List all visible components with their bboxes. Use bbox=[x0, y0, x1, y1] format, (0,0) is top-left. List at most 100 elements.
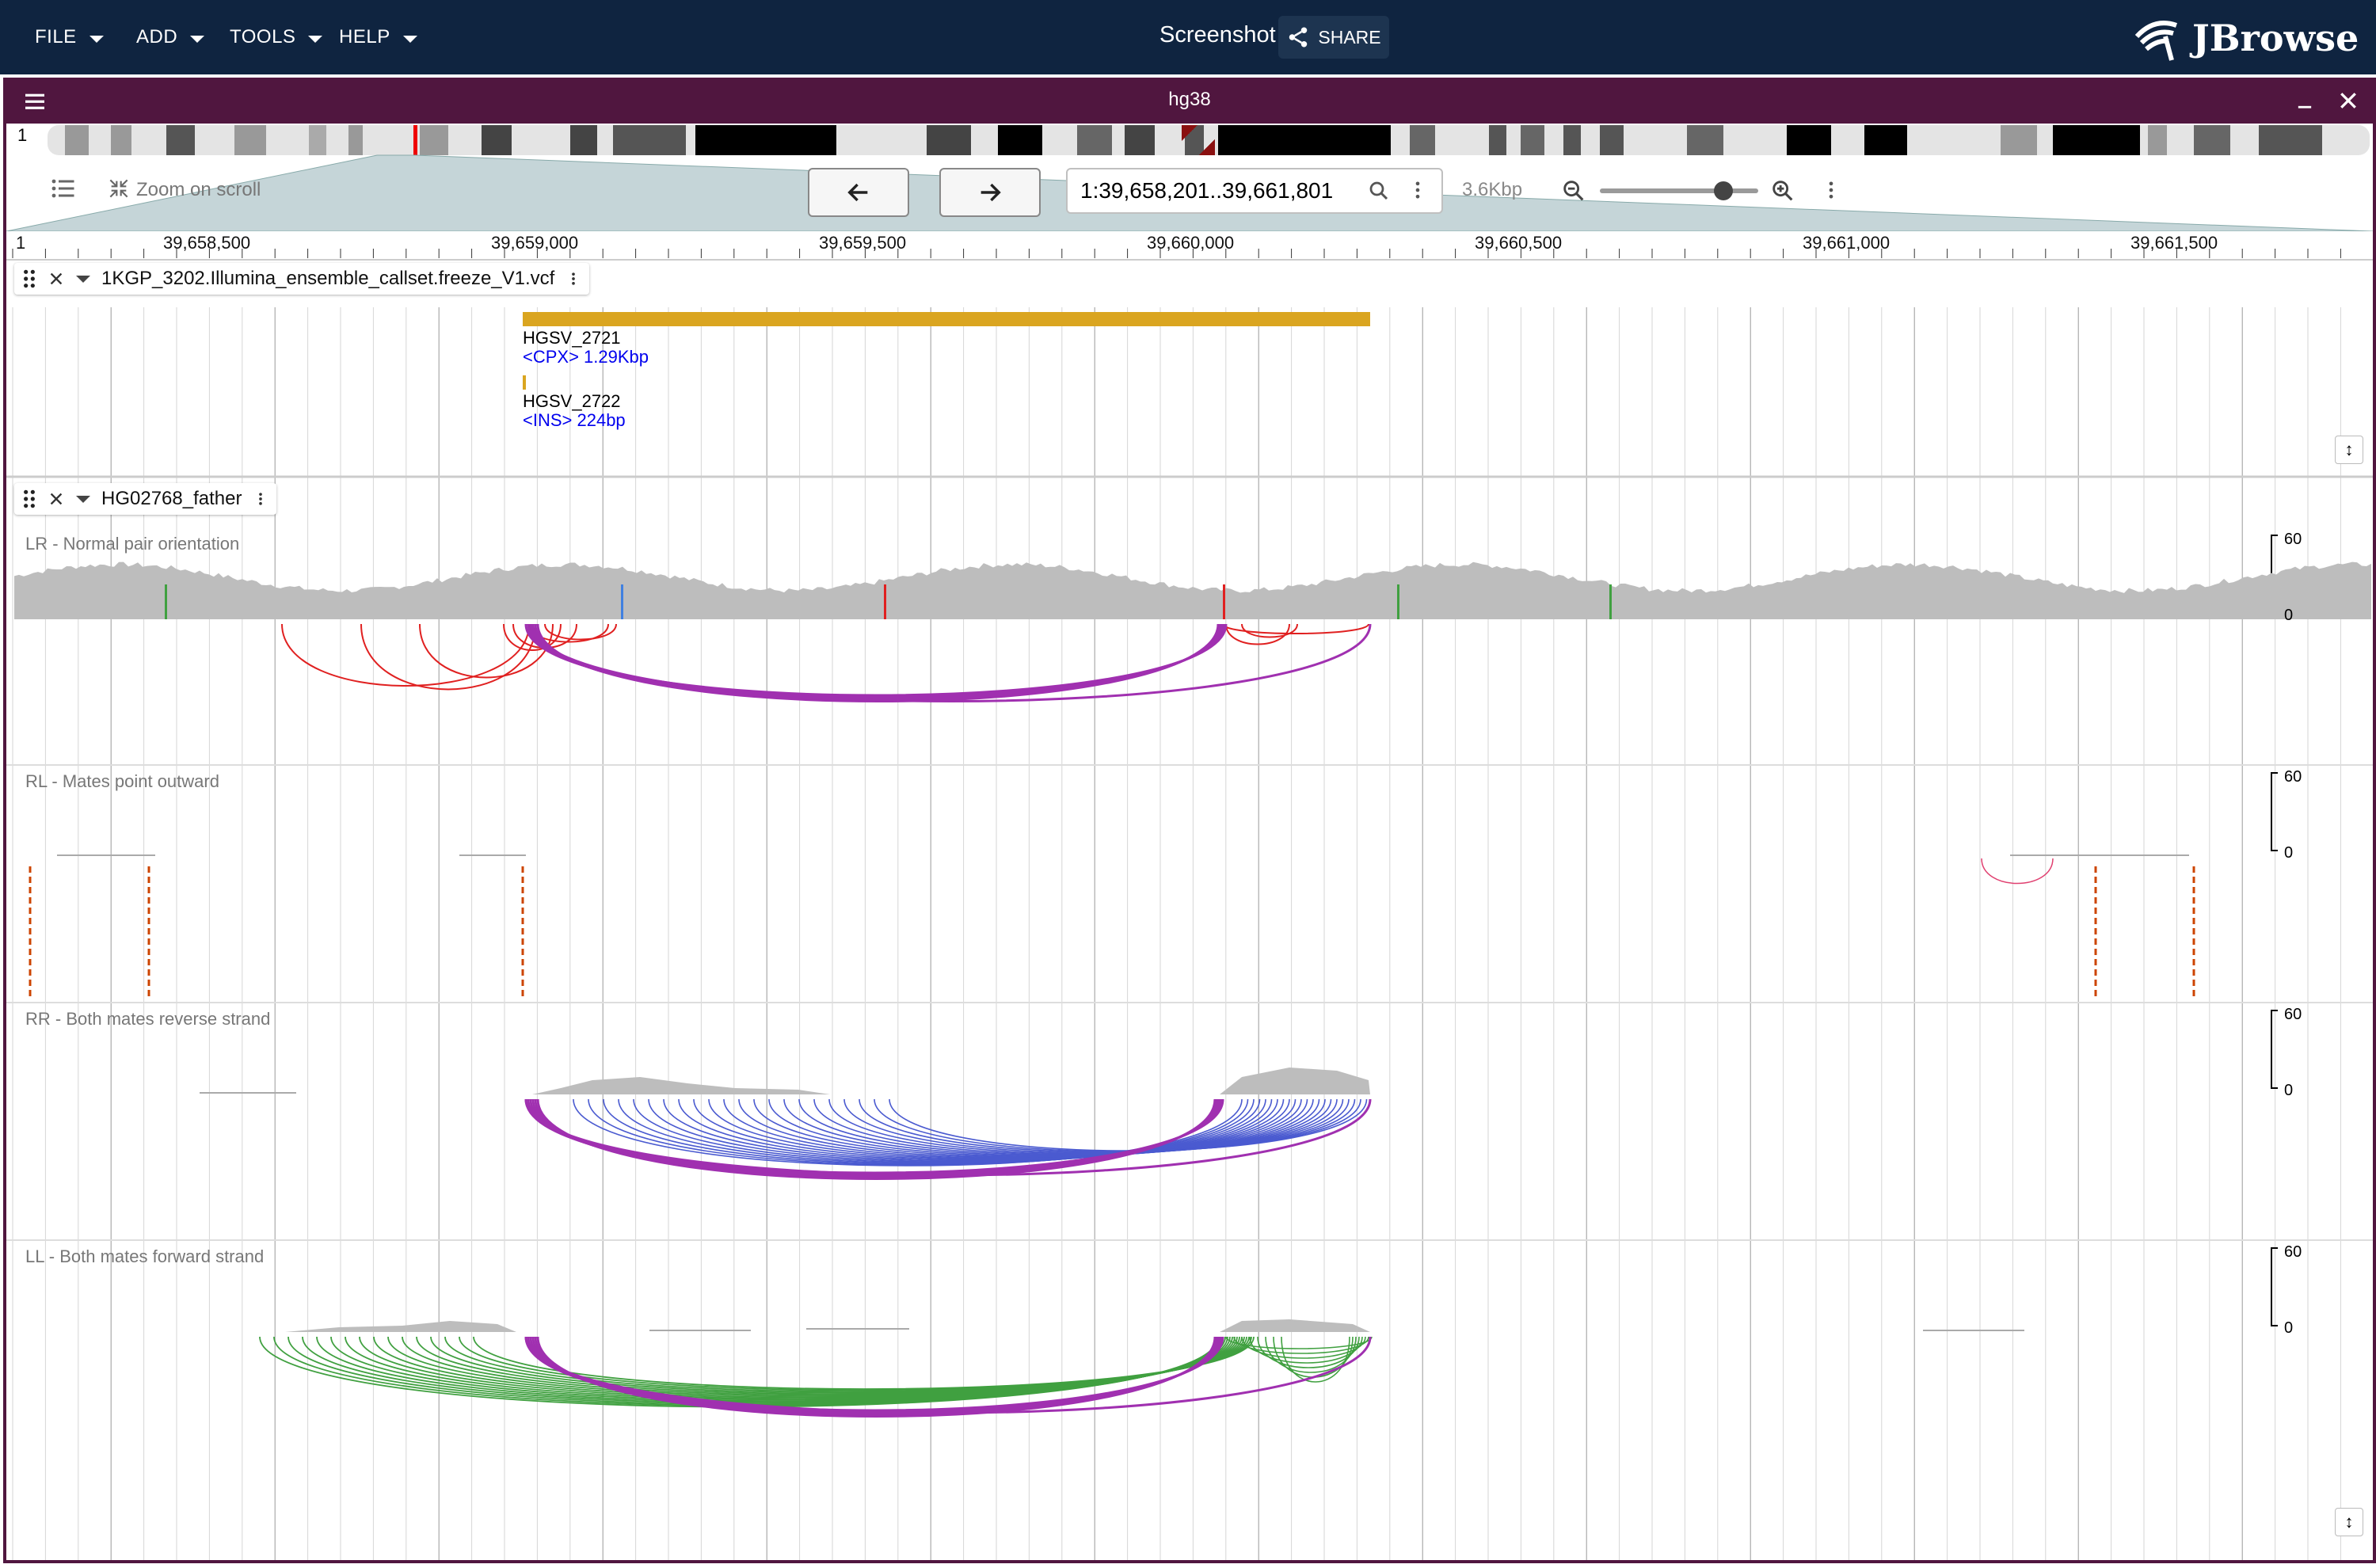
genome-canvas bbox=[6, 154, 2373, 1560]
coverage-area bbox=[1220, 1319, 1370, 1332]
pair-arc bbox=[708, 1098, 1297, 1160]
app-bar: FILE ADD TOOLS HELP Screenshot SHARE JBr… bbox=[0, 0, 2376, 74]
share-button[interactable]: SHARE bbox=[1278, 16, 1389, 59]
pair-arc bbox=[459, 1336, 1252, 1391]
coverage-area bbox=[1220, 1068, 1370, 1094]
ruler-tick: 39,661,500 bbox=[2130, 233, 2218, 253]
pair-arc bbox=[534, 623, 1221, 702]
axis-max: 60 bbox=[2284, 1243, 2302, 1261]
axis-bar bbox=[2271, 772, 2278, 851]
session-name: Screenshot bbox=[1159, 22, 1276, 48]
zoom-out-icon[interactable] bbox=[1560, 177, 1587, 204]
resize-icon: ↕ bbox=[2344, 440, 2354, 459]
ruler-tick: 39,659,500 bbox=[819, 233, 907, 253]
help-menu-label: HELP bbox=[339, 26, 390, 48]
zoom-slider[interactable] bbox=[1600, 188, 1758, 193]
zoom-on-scroll-label[interactable]: Zoom on scroll bbox=[136, 179, 261, 201]
axis-min: 0 bbox=[2284, 1319, 2294, 1337]
track-label-vcf: 1KGP_3202.Illumina_ensemble_callset.free… bbox=[14, 263, 590, 295]
add-menu[interactable]: ADD bbox=[136, 22, 205, 52]
help-menu[interactable]: HELP bbox=[339, 22, 417, 52]
view-options-icon[interactable] bbox=[1820, 177, 1842, 203]
resize-track-button[interactable]: ↕ bbox=[2335, 1508, 2363, 1536]
share-icon bbox=[1289, 27, 1308, 48]
track-menu-icon[interactable] bbox=[253, 488, 268, 510]
feature-name[interactable]: HGSV_2722 bbox=[523, 391, 621, 412]
subtrack-label: LL - Both mates forward strand bbox=[25, 1246, 265, 1266]
pair-arc bbox=[281, 623, 530, 687]
snp-marker bbox=[1397, 584, 1399, 619]
vcf-feature-bar bbox=[523, 312, 1370, 326]
ruler-tick: 39,660,500 bbox=[1475, 233, 1563, 253]
ruler-tick: 39,660,000 bbox=[1147, 233, 1235, 253]
axis-min: 0 bbox=[2284, 844, 2294, 862]
track-name: HG02768_father bbox=[101, 488, 242, 509]
chevron-down-icon bbox=[308, 35, 323, 43]
add-menu-label: ADD bbox=[136, 26, 178, 48]
ruler-tick: 39,661,000 bbox=[1803, 233, 1891, 253]
axis-max: 60 bbox=[2284, 531, 2302, 548]
resize-icon: ↕ bbox=[2344, 1512, 2354, 1532]
snp-marker bbox=[1223, 584, 1225, 619]
axis-max: 60 bbox=[2284, 1006, 2302, 1023]
coverage-area bbox=[285, 1321, 516, 1332]
coverage-area bbox=[532, 1077, 830, 1094]
file-menu[interactable]: FILE bbox=[35, 22, 104, 52]
chevron-down-icon[interactable] bbox=[76, 275, 90, 283]
search-icon[interactable] bbox=[1367, 179, 1391, 203]
axis-min: 0 bbox=[2284, 1082, 2294, 1099]
zoom-in-icon[interactable] bbox=[1769, 177, 1796, 204]
snp-marker bbox=[1609, 584, 1612, 619]
track-menu-icon[interactable] bbox=[565, 268, 581, 290]
chevron-down-icon bbox=[190, 35, 205, 43]
tools-menu-label: TOOLS bbox=[230, 26, 296, 48]
pair-arc bbox=[444, 1336, 1250, 1392]
chevron-down-icon bbox=[402, 35, 417, 43]
drag-handle-icon[interactable] bbox=[22, 489, 36, 509]
region-span: 3.6Kbp bbox=[1462, 179, 1523, 200]
track-label-alignments: HG02768_father bbox=[14, 483, 277, 515]
scroll-left-button[interactable] bbox=[808, 168, 909, 217]
ruler-tick: 39,658,500 bbox=[163, 233, 251, 253]
pair-arc bbox=[531, 623, 1372, 702]
track-name: 1KGP_3202.Illumina_ensemble_callset.free… bbox=[101, 268, 555, 289]
logo-icon bbox=[2134, 21, 2178, 61]
pair-arc bbox=[524, 623, 1228, 697]
snp-marker bbox=[621, 584, 623, 619]
close-track-icon[interactable] bbox=[48, 490, 65, 508]
logo-text: JBrowse bbox=[2192, 17, 2359, 59]
share-label: SHARE bbox=[1318, 26, 1381, 48]
chevron-down-icon[interactable] bbox=[76, 495, 90, 503]
subtrack-label: LR - Normal pair orientation bbox=[25, 534, 240, 554]
pair-arc bbox=[360, 623, 536, 691]
subtrack-label: RL - Mates point outward bbox=[25, 771, 219, 791]
location-value: 1:39,658,201..39,661,801 bbox=[1080, 178, 1334, 203]
pair-arc bbox=[527, 623, 1226, 698]
close-track-icon[interactable] bbox=[48, 270, 65, 287]
linear-genome-view: hg38 1 Zoom on scroll 1:39,658,201..39,6… bbox=[3, 78, 2376, 1563]
file-menu-label: FILE bbox=[35, 26, 77, 48]
axis-min: 0 bbox=[2284, 607, 2294, 624]
ruler-start: 1 bbox=[16, 233, 26, 253]
chevron-down-icon bbox=[89, 35, 104, 43]
resize-track-button[interactable]: ↕ bbox=[2335, 436, 2363, 464]
tools-menu[interactable]: TOOLS bbox=[230, 22, 323, 52]
zoom-slider-thumb[interactable] bbox=[1714, 181, 1733, 200]
feature-description: <INS> 224bp bbox=[523, 410, 626, 430]
feature-name[interactable]: HGSV_2721 bbox=[523, 328, 621, 348]
location-more-icon[interactable] bbox=[1407, 177, 1429, 203]
scroll-right-button[interactable] bbox=[939, 168, 1041, 217]
pair-arc bbox=[536, 1098, 1217, 1180]
arrow-right-icon bbox=[980, 183, 1001, 202]
pair-arc bbox=[529, 623, 1224, 699]
zoom-on-scroll-icon[interactable] bbox=[106, 176, 131, 201]
snp-marker bbox=[165, 584, 167, 619]
pair-arc bbox=[531, 623, 1223, 700]
axis-bar bbox=[2271, 1247, 2278, 1326]
axis-max: 60 bbox=[2284, 768, 2302, 786]
snp-marker bbox=[884, 584, 886, 619]
arrow-left-icon bbox=[847, 183, 868, 202]
track-selector-icon[interactable] bbox=[49, 174, 78, 203]
pair-arc bbox=[536, 623, 1220, 702]
drag-handle-icon[interactable] bbox=[22, 268, 36, 289]
